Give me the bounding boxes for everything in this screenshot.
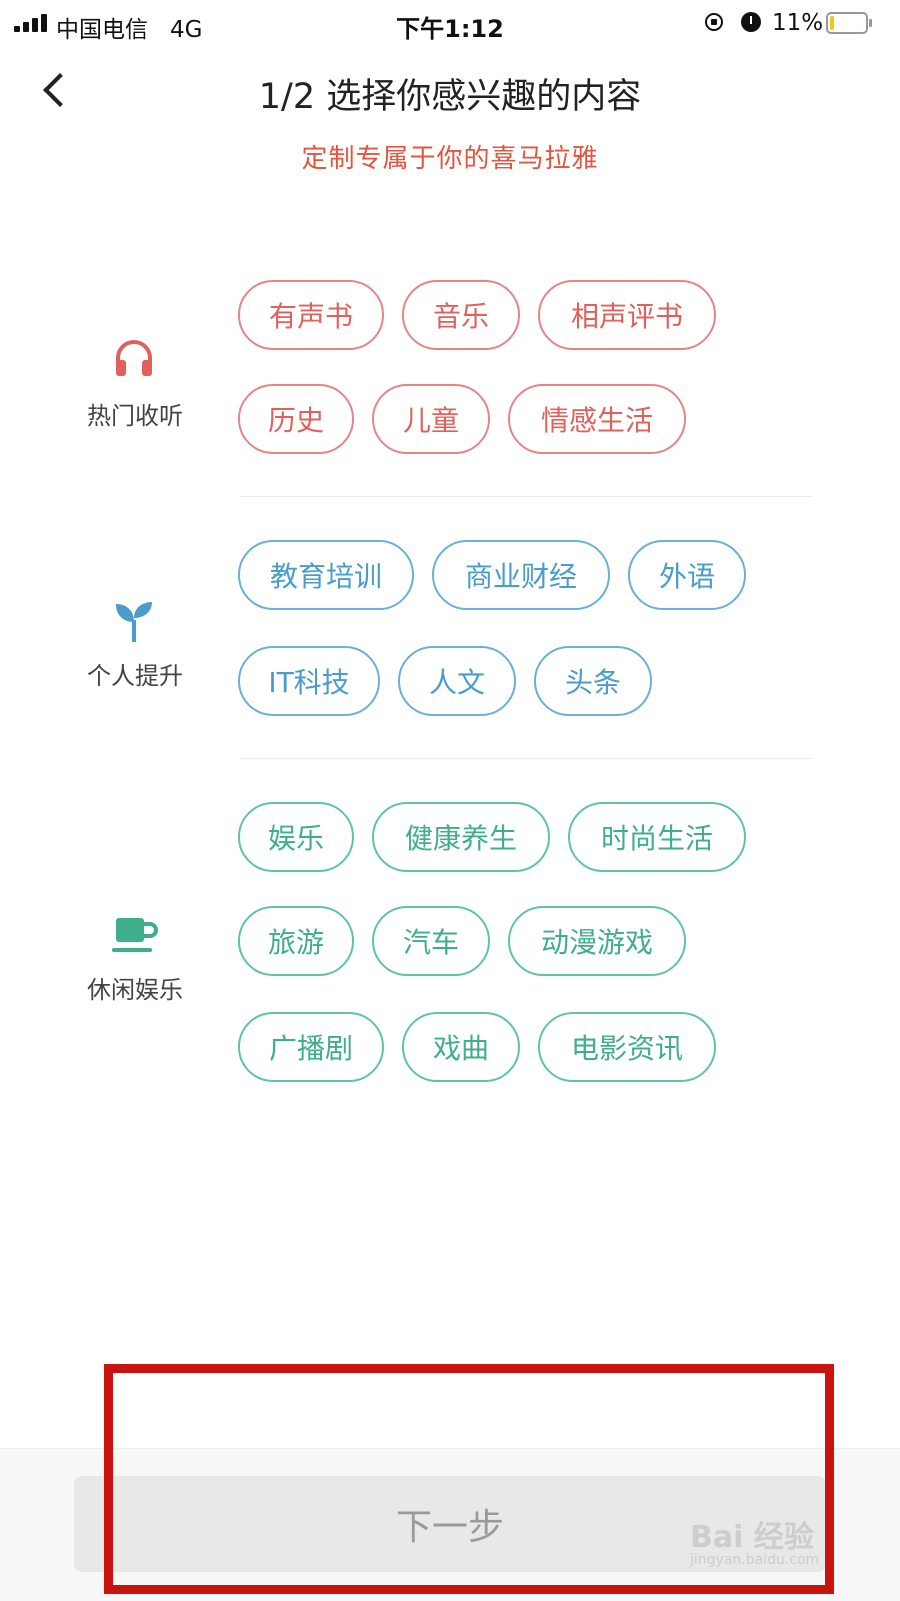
tag-it-tech[interactable]: IT科技: [238, 646, 380, 716]
rotation-lock-icon: [705, 13, 723, 31]
category-label-improve: 个人提升: [87, 662, 183, 690]
tag-music[interactable]: 音乐: [402, 280, 520, 350]
tag-auto[interactable]: 汽车: [372, 906, 490, 976]
divider: [240, 758, 812, 759]
tag-emotion-life[interactable]: 情感生活: [508, 384, 686, 454]
category-label-hot: 热门收听: [87, 402, 183, 430]
tag-humanities[interactable]: 人文: [398, 646, 516, 716]
tag-radio-drama[interactable]: 广播剧: [238, 1012, 384, 1082]
tag-headlines[interactable]: 头条: [534, 646, 652, 716]
tag-anime-games[interactable]: 动漫游戏: [508, 906, 686, 976]
coffee-cup-icon: [112, 918, 158, 952]
tag-foreign-language[interactable]: 外语: [628, 540, 746, 610]
watermark: Bai 经验: [690, 1520, 814, 1555]
divider: [240, 496, 812, 497]
tag-entertainment[interactable]: 娱乐: [238, 802, 354, 872]
tag-fashion[interactable]: 时尚生活: [568, 802, 746, 872]
tag-health[interactable]: 健康养生: [372, 802, 550, 872]
watermark-url: jingyan.baidu.com: [690, 1552, 820, 1568]
tag-children[interactable]: 儿童: [372, 384, 490, 454]
tag-opera[interactable]: 戏曲: [402, 1012, 520, 1082]
page-subtitle: 定制专属于你的喜马拉雅: [301, 144, 599, 174]
tag-travel[interactable]: 旅游: [238, 906, 354, 976]
sprout-icon: [116, 602, 152, 642]
tag-education[interactable]: 教育培训: [238, 540, 414, 610]
tag-business[interactable]: 商业财经: [432, 540, 610, 610]
status-time: 下午1:12: [396, 15, 504, 43]
battery-percent: 11%: [772, 10, 824, 36]
category-label-leisure: 休闲娱乐: [87, 976, 183, 1004]
status-bar: 中国电信 4G 下午1:12 11%: [0, 0, 900, 46]
headphones-icon: [116, 340, 152, 376]
tag-history[interactable]: 历史: [238, 384, 354, 454]
battery-icon: [826, 12, 872, 34]
alarm-icon: [741, 12, 761, 32]
tag-audiobook[interactable]: 有声书: [238, 280, 384, 350]
tag-movie-news[interactable]: 电影资讯: [538, 1012, 716, 1082]
tag-crosstalk[interactable]: 相声评书: [538, 280, 716, 350]
page-title: 1/2 选择你感兴趣的内容: [258, 77, 642, 117]
battery-level: [830, 16, 834, 30]
